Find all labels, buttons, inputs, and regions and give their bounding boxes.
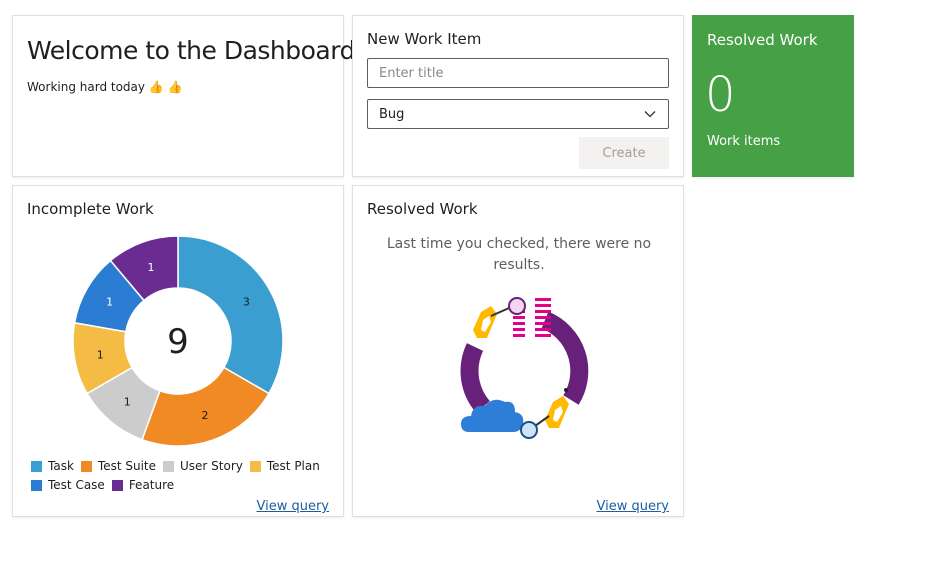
ring-arc-right [541,311,589,405]
magnifier-bottom-icon [520,421,538,439]
legend-item-feature[interactable]: Feature [111,478,175,492]
empty-state-illustration [460,297,589,439]
donut-center-total: 9 [167,322,189,362]
donut-label-feature: 1 [147,261,154,274]
donut-slice-task[interactable] [177,235,284,395]
donut-label-user-story: 1 [124,396,131,409]
work-item-type-select[interactable]: Bug [367,99,669,129]
chevron-down-icon [644,111,656,118]
resolved-work-title: Resolved Work [367,200,478,218]
legend-item-task[interactable]: Task [31,459,74,473]
donut-label-test-case: 1 [106,296,113,309]
title-input[interactable] [367,58,669,88]
legend-item-user-story[interactable]: User Story [163,459,243,473]
donut-label-test-plan: 1 [97,349,104,362]
incomplete-work-card: Incomplete Work 3 2 1 1 1 1 9 Task Test Suite U… [12,185,344,517]
donut-label-task: 3 [243,296,250,309]
legend-label: Task [48,459,74,473]
chart-legend: Task Test Suite User Story Test Plan Test Ca… [31,459,331,497]
incomplete-work-donut-chart: 3 2 1 1 1 1 9 [72,235,284,447]
legend-swatch [80,460,92,472]
new-work-item-title: New Work Item [367,30,482,48]
legend-swatch [111,479,123,491]
legend-label: Test Case [48,478,105,492]
welcome-card: Welcome to the Dashboard Working hard to… [12,15,355,177]
legend-swatch [249,460,261,472]
work-item-type-value: Bug [379,106,405,122]
resolved-work-count: 0 [705,67,736,123]
legend-label: Feature [128,478,175,492]
resolved-work-tile[interactable]: Resolved Work 0 Work items [692,15,854,177]
resolved-work-card: Resolved Work Last time you checked, the… [352,185,684,517]
ring-arc-left [460,343,491,413]
incomplete-work-title: Incomplete Work [27,200,154,218]
resolved-work-tile-title: Resolved Work [707,31,818,49]
legend-label: Test Plan [266,459,320,473]
donut-label-test-suite: 2 [202,409,209,422]
legend-swatch [31,460,42,472]
ring-dot [564,388,568,392]
legend-item-test-plan[interactable]: Test Plan [249,459,320,473]
legend-label: Test Suite [97,459,156,473]
legend-item-test-suite[interactable]: Test Suite [80,459,156,473]
new-work-item-card: New Work Item Bug Create [352,15,684,177]
resolved-work-count-label: Work items [707,134,781,149]
create-button[interactable]: Create [579,137,669,169]
resolved-view-query-link[interactable]: View query [596,499,669,514]
incomplete-view-query-link[interactable]: View query [256,499,329,514]
legend-label: User Story [180,459,243,473]
empty-state-message: Last time you checked, there were no res… [386,236,652,273]
legend-item-test-case[interactable]: Test Case [31,478,105,492]
welcome-subtitle: Working hard today 👍 👍 [27,80,183,94]
magnifier-top-icon [508,297,526,315]
welcome-title: Welcome to the Dashboard [27,36,355,65]
legend-swatch [163,460,174,472]
legend-swatch [31,479,42,491]
